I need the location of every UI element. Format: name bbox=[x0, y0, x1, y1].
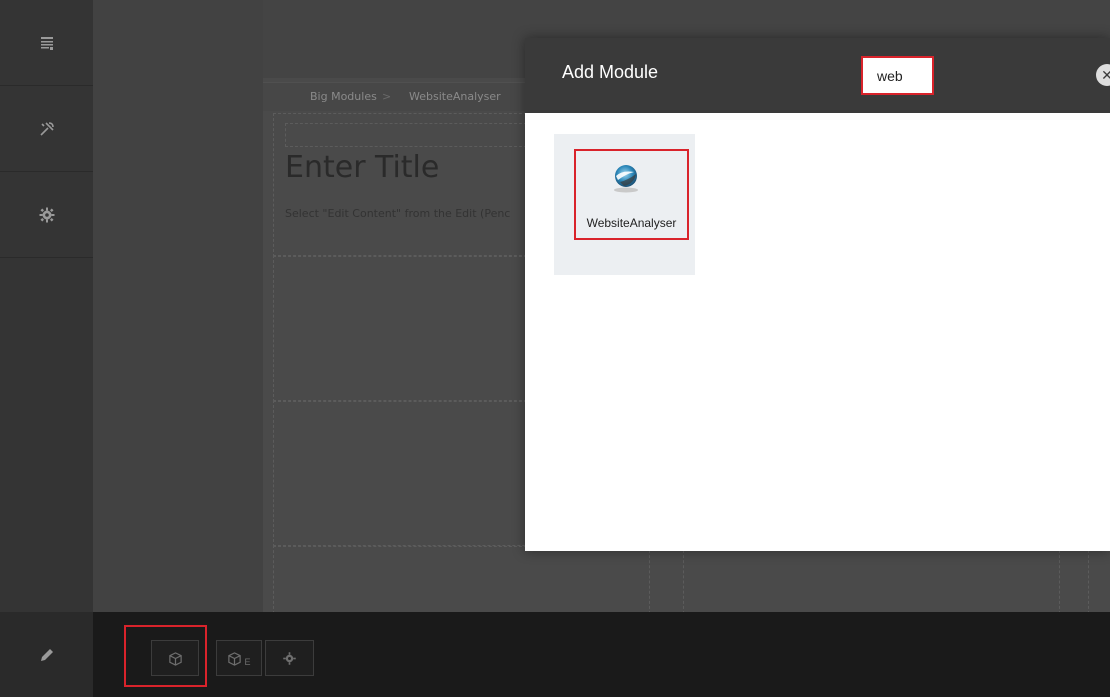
page-description: Select "Edit Content" from the Edit (Pen… bbox=[285, 207, 511, 220]
breadcrumb: Big Modules > WebsiteAnalyser bbox=[263, 82, 563, 111]
page-settings-button[interactable] bbox=[265, 640, 314, 676]
content-pane[interactable] bbox=[273, 255, 537, 402]
add-module-dialog bbox=[525, 38, 1110, 551]
breadcrumb-item[interactable]: WebsiteAnalyser bbox=[409, 83, 501, 111]
pencil-icon bbox=[40, 648, 53, 661]
dialog-title: Add Module bbox=[562, 62, 659, 82]
sidebar-tools-button[interactable] bbox=[0, 86, 93, 172]
add-existing-module-button[interactable]: E bbox=[216, 640, 262, 676]
content-pane[interactable] bbox=[273, 400, 537, 547]
module-search-input[interactable] bbox=[867, 66, 937, 86]
edit-mode-button[interactable] bbox=[0, 612, 93, 697]
content-pane[interactable] bbox=[1088, 550, 1110, 614]
settings-icon bbox=[283, 651, 296, 665]
add-existing-module-icon bbox=[228, 651, 242, 666]
existing-suffix: E bbox=[244, 657, 251, 667]
pages-icon bbox=[40, 36, 53, 50]
breadcrumb-item[interactable]: Big Modules bbox=[310, 83, 377, 111]
page-title: Enter Title bbox=[285, 150, 440, 185]
secondary-panel bbox=[93, 0, 264, 612]
module-search-box bbox=[861, 56, 937, 95]
highlight-add-module bbox=[124, 625, 207, 687]
pane-placeholder bbox=[285, 123, 537, 147]
breadcrumb-separator: > bbox=[382, 90, 392, 103]
highlight-module-tile bbox=[574, 149, 689, 240]
content-pane[interactable] bbox=[273, 545, 650, 614]
sidebar-settings-button[interactable] bbox=[0, 172, 93, 258]
sidebar-pages-button[interactable] bbox=[0, 0, 93, 86]
left-sidebar bbox=[0, 0, 93, 697]
tools-icon bbox=[39, 121, 54, 136]
content-pane[interactable] bbox=[683, 550, 1060, 614]
settings-icon bbox=[39, 207, 54, 222]
